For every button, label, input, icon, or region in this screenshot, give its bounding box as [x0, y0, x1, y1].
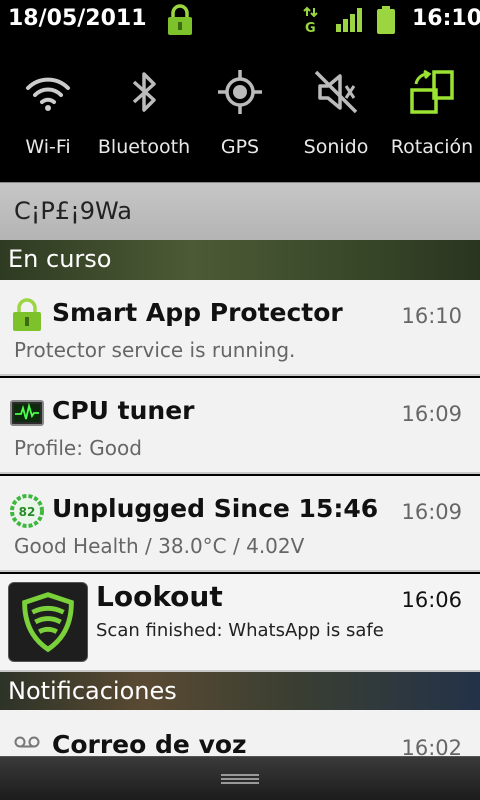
voicemail-icon: [14, 736, 40, 748]
bluetooth-icon: [132, 72, 156, 112]
notification-title: Smart App Protector: [52, 298, 343, 327]
cpu-monitor-icon: [10, 400, 44, 426]
notification-text: Good Health / 38.0°C / 4.02V: [14, 534, 305, 558]
sound-muted-icon: [314, 70, 358, 114]
notification-title: Unplugged Since 15:46: [52, 494, 379, 523]
svg-text:G: G: [305, 21, 316, 34]
battery-icon: [377, 6, 395, 34]
toggle-bluetooth[interactable]: Bluetooth: [96, 40, 192, 182]
notification-text: Scan finished: WhatsApp is safe: [96, 620, 384, 641]
carrier-name: C¡P£¡9Wa: [14, 197, 132, 225]
lock-icon: [13, 298, 41, 331]
status-bar: 18/05/2011 G 16:10: [0, 0, 480, 40]
carrier-bar: C¡P£¡9Wa: [0, 182, 480, 240]
lookout-shield-icon: [22, 592, 74, 653]
toggle-rotation-label: Rotación: [390, 136, 474, 158]
notification-time: 16:09: [401, 402, 462, 426]
rotation-icon: [410, 69, 454, 114]
notification-cpu-tuner[interactable]: CPU tuner 16:09 Profile: Good: [0, 378, 480, 474]
toggle-gps[interactable]: GPS: [192, 40, 288, 182]
notification-title: Lookout: [96, 580, 223, 613]
lookout-app-icon: [8, 582, 88, 662]
toggle-wifi-label: Wi-Fi: [25, 136, 71, 158]
toggle-sound[interactable]: Sonido: [288, 40, 384, 182]
notification-battery[interactable]: 82 Unplugged Since 15:46 16:09 Good Heal…: [0, 476, 480, 572]
toggle-rotation[interactable]: Rotación: [384, 40, 480, 182]
notification-text: Protector service is running.: [14, 338, 296, 362]
status-time: 16:10: [412, 6, 480, 31]
notification-time: 16:10: [401, 304, 462, 328]
section-ongoing-header: En curso: [0, 240, 480, 280]
section-notifications-header: Notificaciones: [0, 672, 480, 710]
quick-toggles: Wi-Fi Bluetooth GPS Sonido Rotación: [0, 40, 480, 182]
toggle-bluetooth-label: Bluetooth: [97, 136, 191, 158]
battery-level-icon: 82: [10, 494, 44, 528]
gps-icon: [218, 70, 262, 114]
shade-close-handle[interactable]: [0, 756, 480, 800]
notification-lookout[interactable]: Lookout 16:06 Scan finished: WhatsApp is…: [0, 574, 480, 672]
toggle-gps-label: GPS: [220, 136, 260, 158]
toggle-wifi[interactable]: Wi-Fi: [0, 40, 96, 182]
notification-title: Correo de voz: [52, 730, 247, 759]
notification-time: 16:09: [401, 500, 462, 524]
notification-time: 16:06: [401, 588, 462, 612]
notification-smart-app-protector[interactable]: Smart App Protector 16:10 Protector serv…: [0, 280, 480, 376]
section-notifications-title: Notificaciones: [8, 677, 177, 705]
signal-icon: [336, 8, 362, 32]
wifi-icon: [26, 77, 70, 111]
toggle-sound-label: Sonido: [303, 136, 369, 158]
status-date: 18/05/2011: [8, 6, 147, 31]
section-ongoing-title: En curso: [8, 245, 112, 273]
lock-icon: [168, 4, 192, 35]
battery-badge: 82: [19, 505, 36, 519]
notification-voicemail[interactable]: Correo de voz 16:02: [0, 710, 480, 760]
notification-text: Profile: Good: [14, 436, 142, 460]
grip-icon: [221, 774, 259, 784]
notification-title: CPU tuner: [52, 396, 195, 425]
data-activity-icon: G: [303, 6, 318, 34]
